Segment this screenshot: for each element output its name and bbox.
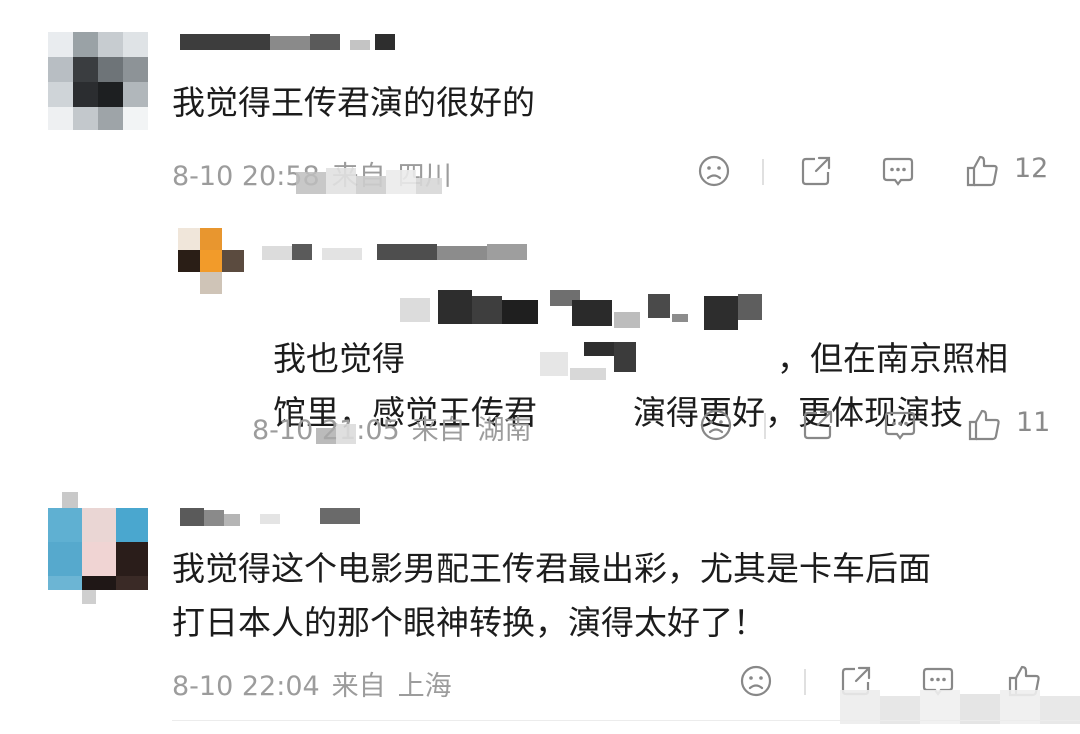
username-blurred[interactable]: [180, 508, 380, 526]
like-button[interactable]: [964, 405, 1004, 445]
comment-time: 8-10 22:04: [172, 671, 320, 702]
divider: [762, 159, 764, 185]
meta-blur: [296, 168, 446, 194]
like-button[interactable]: [962, 151, 1002, 191]
comment-icon: [882, 157, 914, 186]
comment-meta: 8-10 22:04 来自 上海: [172, 664, 464, 703]
avatar[interactable]: [178, 228, 244, 294]
username-blurred[interactable]: [262, 244, 532, 262]
share-icon: [801, 156, 831, 186]
comment-actions: 11: [692, 405, 1052, 445]
share-icon: [803, 410, 833, 440]
comment-from-label: 来自: [331, 671, 386, 702]
divider: [804, 669, 806, 695]
dislike-icon: [700, 409, 732, 441]
divider: [764, 413, 766, 439]
dislike-button[interactable]: [736, 661, 776, 701]
like-count: 12: [1014, 153, 1049, 184]
comment-icon: [884, 411, 916, 440]
like-icon: [968, 409, 1000, 441]
avatar[interactable]: [48, 32, 148, 130]
text-blur: [400, 290, 770, 330]
like-icon: [966, 155, 998, 187]
share-button[interactable]: [798, 405, 838, 445]
username-blurred[interactable]: [180, 34, 400, 52]
like-count: 11: [1016, 407, 1051, 438]
dislike-icon: [698, 155, 730, 187]
reply-button[interactable]: [880, 405, 920, 445]
divider: [172, 720, 1080, 721]
dislike-icon: [740, 665, 772, 697]
comment-meta: 8-10 21:05 来自 湖南: [252, 408, 544, 447]
comment-from-label: 来自: [411, 415, 466, 446]
comment-text: 我觉得这个电影男配王传君最出彩，尤其是卡车后面 打日本人的那个眼神转换，演得太好…: [172, 549, 931, 642]
text-blur: [540, 342, 650, 382]
dislike-button[interactable]: [696, 405, 736, 445]
comment-actions: 12: [690, 151, 1050, 191]
comment-location: 上海: [397, 671, 452, 702]
avatar[interactable]: [48, 492, 148, 604]
comment-text: 我觉得王传君演的很好的: [172, 83, 535, 122]
reply-button[interactable]: [878, 151, 918, 191]
bottom-blur: [840, 690, 1080, 724]
dislike-button[interactable]: [694, 151, 734, 191]
meta-blur: [316, 424, 376, 444]
share-button[interactable]: [796, 151, 836, 191]
comment-location: 湖南: [477, 415, 532, 446]
